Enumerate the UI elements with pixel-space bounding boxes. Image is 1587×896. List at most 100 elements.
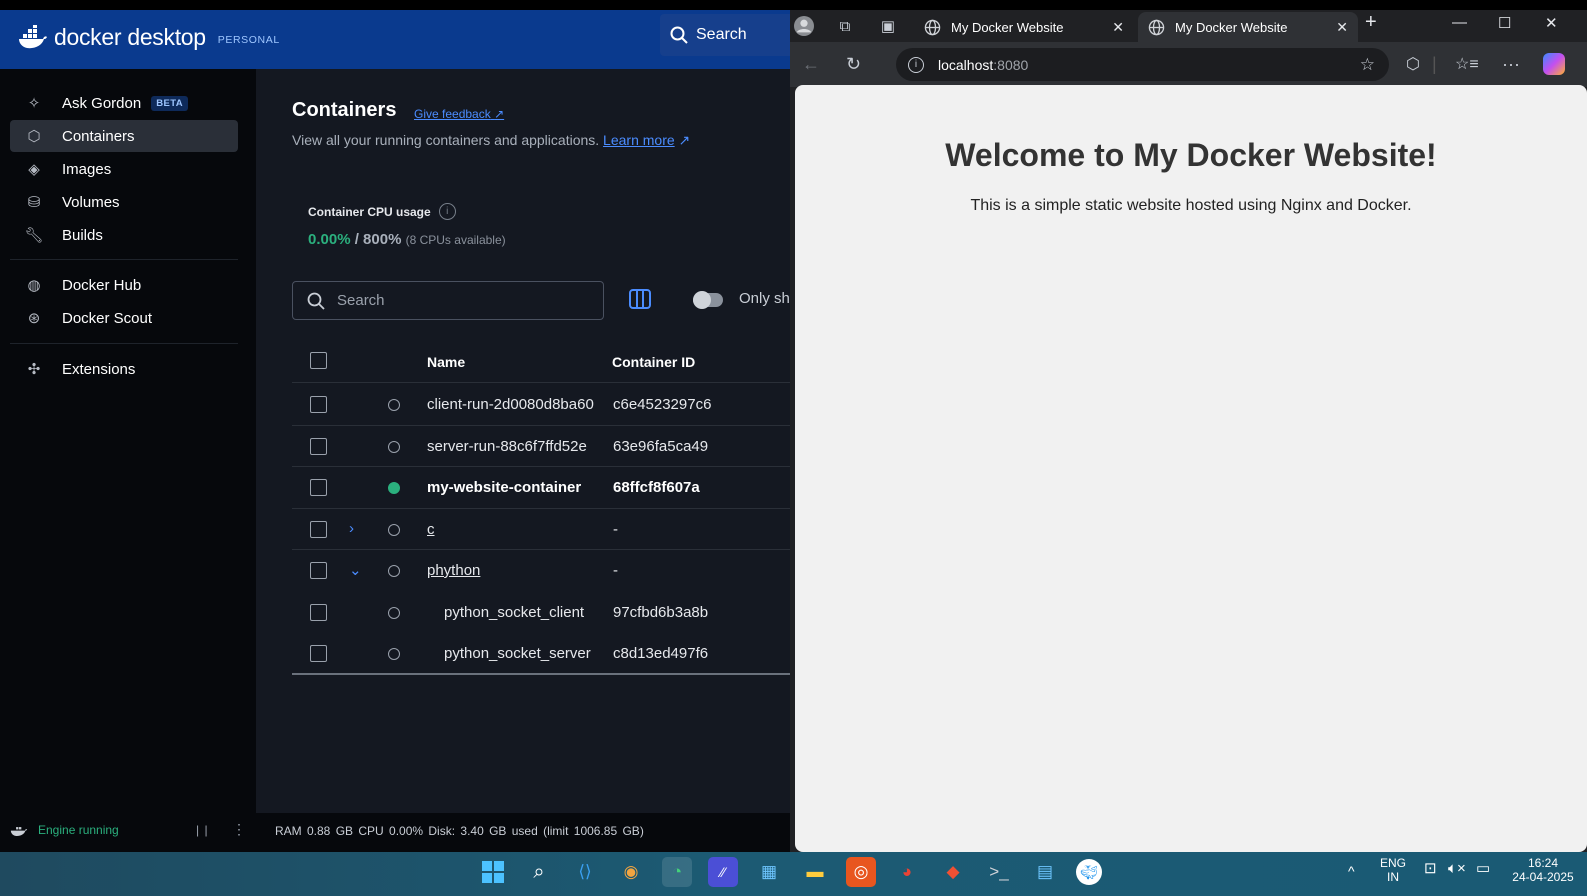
status-running-icon (388, 482, 400, 494)
vscode-icon[interactable]: ⟨⟩ (570, 857, 600, 887)
engine-status[interactable]: Engine running (10, 823, 119, 837)
sidebar-item-label: Containers (62, 127, 135, 145)
sidebar-divider (10, 259, 238, 260)
page-paragraph: This is a simple static website hosted u… (970, 197, 1412, 214)
sidebar-item-containers[interactable]: ⬡ Containers (10, 120, 238, 152)
container-name[interactable]: server-run-88c6f7ffd52e (427, 438, 587, 455)
workspaces-icon[interactable]: ⧉ (835, 16, 855, 36)
chrome-icon[interactable]: ◕ (892, 857, 922, 887)
chevron-right-icon[interactable]: › (349, 520, 354, 537)
container-icon: ⬡ (27, 128, 41, 145)
row-checkbox[interactable] (310, 645, 327, 662)
site-info-icon[interactable]: i (908, 56, 924, 73)
sidebar-item-volumes[interactable]: ⛁ Volumes (10, 186, 238, 218)
firefox-icon[interactable]: ◉ (616, 857, 646, 887)
clock-date: 24-04-2025 (1512, 870, 1574, 884)
table-row[interactable]: my-website-container 68ffcf8f607a (292, 467, 792, 509)
sidebar-item-builds[interactable]: 🔧︎ Builds (10, 219, 238, 251)
docker-whale-icon (19, 24, 47, 48)
store-icon[interactable]: ▦ (754, 857, 784, 887)
refresh-icon[interactable]: ↻ (846, 54, 861, 75)
ubuntu-icon[interactable]: ◎ (846, 857, 876, 887)
more-vertical-icon[interactable]: ⋮ (232, 821, 246, 838)
docker-taskbar-icon[interactable]: 🐳︎ (1076, 859, 1102, 885)
container-name[interactable]: my-website-container (427, 479, 581, 496)
extensions-icon[interactable]: ⬡ (1406, 54, 1420, 74)
row-checkbox[interactable] (310, 396, 327, 413)
image-layers-icon: ◈ (28, 161, 40, 178)
docker-logo[interactable]: docker desktop PERSONAL (18, 24, 280, 51)
url-input[interactable]: i localhost:8080 ☆ (896, 48, 1389, 81)
language-indicator[interactable]: ENG IN (1380, 856, 1406, 884)
favorite-star-icon[interactable]: ☆ (1360, 55, 1375, 75)
app-icon[interactable]: ⁄⁄ (708, 857, 738, 887)
tray-chevron-up-icon[interactable]: ^ (1348, 864, 1355, 878)
new-tab-icon[interactable]: + (1365, 11, 1377, 34)
pause-icon[interactable]: | | (196, 823, 209, 837)
sidebar-item-ask-gordon[interactable]: ✧ Ask Gordon BETA (10, 87, 238, 119)
compose-group-name[interactable]: phython (427, 562, 480, 579)
row-checkbox[interactable] (310, 562, 327, 579)
maximize-icon[interactable]: ☐ (1498, 14, 1511, 32)
battery-icon[interactable]: ▭ (1476, 861, 1490, 876)
profile-avatar-icon[interactable] (794, 16, 814, 36)
container-name[interactable]: python_socket_client (444, 604, 584, 621)
sidebar-item-docker-scout[interactable]: ⊛ Docker Scout (10, 302, 238, 334)
tab-my-docker-website-2[interactable]: My Docker Website ✕ (1138, 12, 1358, 42)
column-container-id[interactable]: Container ID (612, 354, 695, 370)
sidebar-item-docker-hub[interactable]: ◍ Docker Hub (10, 269, 238, 301)
minimize-icon[interactable]: — (1452, 14, 1467, 31)
only-show-running-toggle[interactable] (693, 291, 723, 309)
vertical-tabs-icon[interactable]: ▣ (878, 16, 898, 36)
column-name[interactable]: Name (427, 354, 465, 370)
table-row[interactable]: server-run-88c6f7ffd52e 63e96fa5ca49 (292, 426, 792, 467)
favorites-icon[interactable]: ☆≡ (1455, 54, 1479, 74)
more-options-icon[interactable]: ··· (1502, 54, 1520, 75)
windows-start-icon[interactable] (478, 857, 508, 887)
containers-panel: Containers Give feedback ↗ View all your… (256, 69, 792, 813)
taskbar-search-icon[interactable]: ⌕ (524, 857, 554, 887)
close-tab-icon[interactable]: ✕ (1112, 19, 1124, 36)
table-row[interactable]: python_socket_server c8d13ed497f6 (292, 633, 792, 675)
sidebar-item-extensions[interactable]: ✣ Extensions (10, 353, 238, 385)
close-tab-icon[interactable]: ✕ (1336, 19, 1348, 36)
notepad-icon[interactable]: ▤ (1030, 857, 1060, 887)
info-icon[interactable]: i (438, 203, 456, 220)
compose-group-name[interactable]: c (427, 521, 435, 538)
git-icon[interactable]: ◆ (938, 857, 968, 887)
row-checkbox[interactable] (310, 520, 327, 538)
give-feedback-link[interactable]: Give feedback ↗ (414, 107, 504, 121)
back-arrow-icon[interactable]: ← (802, 54, 820, 75)
copilot-icon[interactable] (1543, 53, 1565, 75)
container-search-input[interactable]: Search (292, 281, 604, 320)
clock[interactable]: 16:24 24-04-2025 (1508, 856, 1578, 884)
columns-icon[interactable] (628, 287, 652, 311)
network-icon[interactable]: ⊡ (1424, 861, 1437, 876)
sidebar-item-images[interactable]: ◈ Images (10, 153, 238, 185)
container-name[interactable]: client-run-2d0080d8ba60 (427, 396, 594, 413)
file-explorer-icon[interactable]: ▬ (800, 857, 830, 887)
row-checkbox[interactable] (310, 479, 327, 496)
global-search-button[interactable]: Search (660, 14, 792, 56)
container-name[interactable]: python_socket_server (444, 645, 591, 662)
table-row[interactable]: › c - (292, 509, 792, 550)
row-checkbox[interactable] (310, 603, 327, 621)
chevron-down-icon[interactable]: ⌄ (349, 561, 362, 579)
terminal-icon[interactable]: >_ (984, 857, 1014, 887)
table-row[interactable]: ⌄ phython - (292, 550, 792, 592)
close-window-icon[interactable]: ✕ (1545, 14, 1558, 32)
status-stopped-icon (388, 648, 400, 660)
learn-more-link[interactable]: Learn more (603, 132, 675, 148)
tab-strip: ⧉ ▣ My Docker Website ✕ My Docker Websit… (790, 10, 1587, 42)
container-id: 68ffcf8f607a (613, 479, 700, 496)
edge-icon[interactable]: ◔ (662, 857, 692, 887)
table-row[interactable]: client-run-2d0080d8ba60 c6e4523297c6 (292, 384, 792, 426)
row-checkbox[interactable] (310, 437, 327, 455)
page-subtitle: View all your running containers and app… (292, 132, 690, 149)
select-all-checkbox[interactable] (310, 352, 327, 369)
volume-muted-icon[interactable]: 🔈︎× (1448, 861, 1466, 876)
resource-stats: RAM 0.88 GB CPU 0.00% Disk: 3.40 GB used… (275, 824, 644, 838)
globe-icon (1148, 19, 1165, 35)
table-row[interactable]: python_socket_client 97cfbd6b3a8b (292, 592, 792, 634)
tab-my-docker-website-1[interactable]: My Docker Website ✕ (914, 12, 1134, 42)
